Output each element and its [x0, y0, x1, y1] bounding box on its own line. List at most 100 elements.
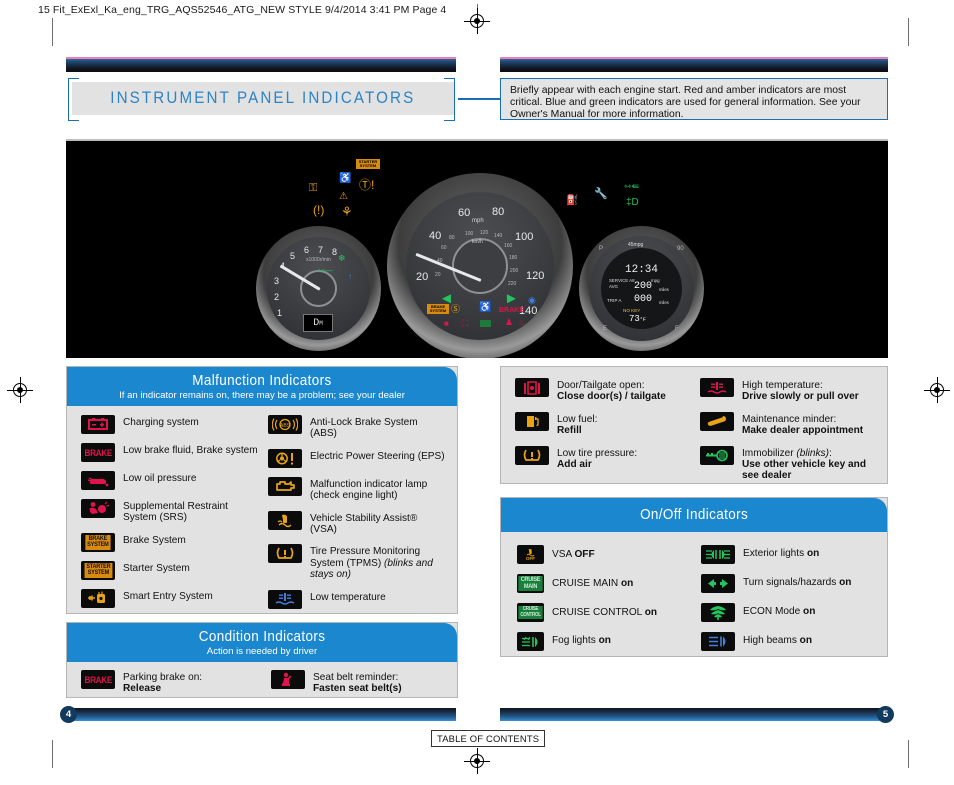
list-item-label: Low fuel: Refill — [549, 412, 597, 437]
action-action-text: Use other vehicle key and see dealer — [742, 459, 866, 482]
page-number-right-text: 5 — [882, 709, 889, 720]
condition-panel-title: Condition Indicators — [198, 629, 326, 645]
list-item-label: ECON Mode on — [735, 603, 815, 617]
list-item-label: Parking brake on: Release — [115, 670, 202, 695]
onoff-bold-text: on — [620, 578, 634, 589]
tach-tick-7: 7 — [318, 245, 324, 255]
malfunction-right-column: ABS Anti-Lock Brake System (ABS) Electri… — [264, 415, 457, 609]
srs-airbag-icon — [81, 499, 115, 518]
registration-mark-right — [924, 377, 950, 403]
manual-page: 15 Fit_ExExl_Ka_eng_TRG_AQS52546_ATG_NEW… — [0, 0, 954, 785]
list-item: Tire Pressure Monitoring System (TPMS) (… — [268, 544, 447, 580]
list-item-label: Electric Power Steering (EPS) — [310, 450, 445, 462]
kmh-tick-120: 120 — [480, 230, 489, 236]
list-item-label: Seat belt reminder: Fasten seat belt(s) — [305, 670, 402, 695]
seatbelt-telltale: ♟ — [505, 317, 514, 327]
kmh-unit-label: km/h — [472, 239, 483, 245]
action-action-text: Close door(s) / tailgate — [557, 391, 666, 403]
list-item: CRUISE MAIN CRUISE MAIN on — [517, 574, 693, 593]
action-label-italic: (blinks) — [796, 447, 829, 459]
turn-right-telltale: ► — [504, 290, 519, 307]
exterior-lights-icon — [701, 545, 735, 564]
onoff-bold-text: on — [598, 635, 611, 646]
mid-top-label: 45mpg — [628, 242, 644, 248]
list-item: Charging system — [81, 415, 260, 434]
mid-mpg-label: mpg — [651, 278, 660, 283]
list-item-label: High beams on — [735, 632, 812, 646]
list-item: STARTER SYSTEM Starter System — [81, 560, 260, 580]
page-number-right: 5 — [877, 706, 894, 723]
list-item-label: Low brake fluid, Brake system — [123, 445, 258, 456]
table-of-contents-label: TABLE OF CONTENTS — [437, 733, 540, 744]
list-item: Smart Entry System — [81, 588, 260, 608]
print-header-text: 15 Fit_ExExl_Ka_eng_TRG_AQS52546_ATG_NEW… — [38, 4, 447, 16]
list-item: High beams on — [701, 632, 877, 651]
kmh-tick-40: 40 — [437, 258, 443, 264]
intro-note-text: Briefly appear with each engine start. R… — [510, 85, 861, 121]
page-title-block: INSTRUMENT PANEL INDICATORS — [68, 78, 458, 121]
low-temperature-icon — [268, 589, 302, 609]
starter-system-word-icon: STARTER SYSTEM — [81, 560, 115, 580]
list-item: Low oil pressure — [81, 471, 260, 490]
tpms-telltale: (!) — [313, 203, 325, 217]
fuel-gauge-e: E — [603, 326, 608, 332]
speedometer-gauge: 20 40 60 80 100 120 140 mph km/h 100 120… — [387, 173, 573, 358]
vsa-off-icon: OFF — [517, 545, 544, 564]
list-item: BRAKE Low brake fluid, Brake system — [81, 443, 260, 462]
kmh-tick-80: 80 — [449, 235, 455, 241]
onoff-label-text: CRUISE CONTROL — [552, 607, 645, 618]
smart-entry-icon — [81, 588, 115, 608]
list-item: ABS Anti-Lock Brake System (ABS) — [268, 415, 447, 440]
onoff-label-text: VSA — [552, 549, 575, 560]
speed-tick-20: 20 — [416, 271, 429, 283]
tach-unit-label: x1000r/min — [306, 257, 331, 263]
seatbelt-icon — [271, 670, 305, 689]
list-item-label: Starter System — [123, 562, 190, 574]
mid-clock: 12:34 — [625, 264, 659, 276]
right-gauge-label: 90 — [677, 246, 684, 252]
abs-telltale: Ⓢ — [451, 304, 461, 314]
mid-avg-value: 200 — [634, 281, 653, 292]
table-of-contents-button[interactable]: TABLE OF CONTENTS — [431, 730, 546, 747]
oil-telltale: ♨ — [518, 318, 526, 327]
crop-line-right-bottom — [908, 740, 909, 768]
list-item: Maintenance minder: Make dealer appointme… — [700, 411, 877, 437]
list-item-label: Immobilizer (blinks): Use other vehicle k… — [734, 446, 877, 482]
srs-telltale: ♿ — [339, 173, 352, 184]
action-action-text: Add air — [557, 459, 592, 471]
kmh-tick-20: 20 — [435, 272, 441, 278]
vsa-telltale: ⚠ — [339, 191, 348, 202]
mid-avg-label: AVG — [609, 284, 618, 289]
page-title: INSTRUMENT PANEL INDICATORS — [72, 82, 454, 115]
onoff-bold-text: on — [799, 635, 813, 646]
tach-tick-3: 3 — [274, 276, 280, 286]
mid-service-label: SERVICE A8 — [609, 278, 635, 283]
gear-mode: M — [319, 319, 323, 327]
list-item: Door/Tailgate open: Close door(s) / tailg… — [515, 378, 692, 403]
onoff-label-text: Fog lights — [552, 635, 599, 646]
list-item: Vehicle Stability Assist® (VSA) — [268, 510, 447, 536]
crop-line-left — [52, 18, 53, 46]
list-item-label: Low tire pressure: Add air — [549, 446, 637, 471]
mid-avg-unit: miles — [659, 287, 669, 292]
cruise-control-text: CRUISE CONTROL — [518, 606, 543, 619]
kmh-tick-140: 140 — [494, 233, 503, 239]
list-item-label: Vehicle Stability Assist® (VSA) — [310, 512, 418, 536]
action-left-column: Door/Tailgate open: Close door(s) / tailg… — [501, 378, 696, 482]
tach-tick-5: 5 — [290, 251, 296, 261]
gear-position-display: DM — [303, 314, 333, 332]
intro-note-box: Briefly appear with each engine start. R… — [500, 78, 888, 120]
door-open-telltale: ⛶ — [462, 318, 469, 328]
condition-label-text: Parking brake on: — [123, 672, 203, 683]
tach-tick-6: 6 — [304, 245, 310, 255]
onoff-label-text: High beams — [743, 635, 800, 646]
list-item-label: CRUISE CONTROL on — [544, 603, 657, 618]
list-item-label: Low oil pressure — [123, 473, 197, 484]
condition-panel-subtitle: Action is needed by driver — [206, 646, 318, 657]
onoff-label-text: CRUISE MAIN — [552, 578, 621, 589]
cruise-main-text: CRUISE MAIN — [518, 576, 543, 591]
kmh-tick-160: 160 — [504, 243, 513, 249]
mph-unit-label: mph — [472, 218, 484, 224]
low-fuel-telltale: ⛽ — [566, 195, 579, 206]
battery-charging-icon — [81, 415, 115, 434]
